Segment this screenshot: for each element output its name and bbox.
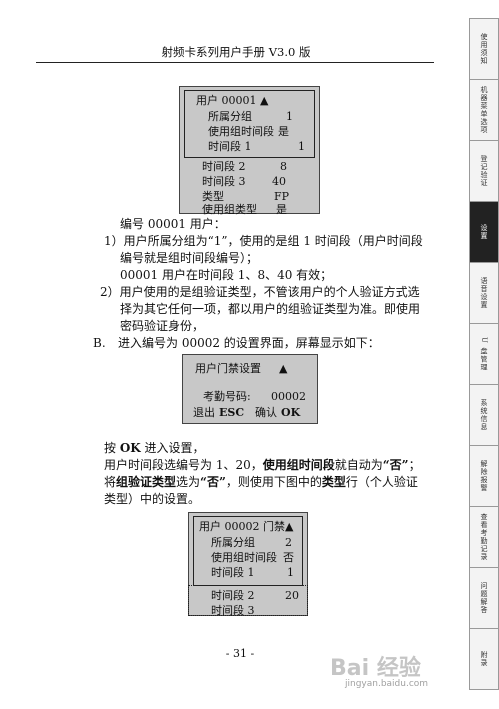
up-arrow-icon: ▲ xyxy=(260,94,269,107)
employee-id-value: 00002 xyxy=(271,390,306,403)
tab-notice[interactable]: 使用须知 xyxy=(469,18,499,79)
tab-usb[interactable]: U 盘管理 xyxy=(469,323,499,384)
up-arrow-icon: ▲ xyxy=(285,520,294,533)
tab-records[interactable]: 查看考勤记录 xyxy=(469,506,499,567)
screen-title: 用户 00002 门禁 xyxy=(199,520,285,533)
list-marker-b: B. xyxy=(93,336,106,350)
tab-sysinfo[interactable]: 系统信息 xyxy=(469,384,499,445)
screen-title: 用户门禁设置 xyxy=(195,362,261,375)
chapter-tabs: 使用须知 机器菜单选项 登记验证 设置 语音设置 U 盘管理 系统信息 解除报警… xyxy=(469,18,499,690)
tab-alarm[interactable]: 解除报警 xyxy=(469,445,499,506)
lcd-screen-access-settings: 用户门禁设置 ▲ 考勤号码: 00002 退出 ESC 确认 OK xyxy=(182,354,318,424)
watermark-url: jingyan.baidu.com xyxy=(345,679,429,689)
tab-settings[interactable]: 设置 xyxy=(469,201,499,262)
lcd-screen-user-00001: 用户 00001 ▲ 所属分组 1 使用组时间段 是 时间段 1 1 时间段 2… xyxy=(179,86,320,216)
tab-appendix[interactable]: 附录 xyxy=(469,628,499,690)
header-title: 射频卡系列用户手册 V3.0 版 xyxy=(161,45,311,59)
lcd-screen-user-00002: 用户 00002 门禁 ▲ 所属分组 2 使用组时间段 否 时间段 1 1 时间… xyxy=(188,512,308,617)
up-arrow-icon: ▲ xyxy=(279,362,288,375)
tab-menu-options[interactable]: 机器菜单选项 xyxy=(469,79,499,140)
page-number: - 31 - xyxy=(225,647,255,660)
tab-enroll-verify[interactable]: 登记验证 xyxy=(469,140,499,201)
watermark-logo: Bai 经验 xyxy=(330,656,421,681)
header-rule xyxy=(36,62,434,63)
screen-title: 用户 00001 xyxy=(196,94,257,107)
ok-key: OK xyxy=(281,406,301,419)
esc-key: ESC xyxy=(219,406,245,419)
tab-faq[interactable]: 问题解答 xyxy=(469,567,499,628)
tab-voice[interactable]: 语音设置 xyxy=(469,262,499,323)
